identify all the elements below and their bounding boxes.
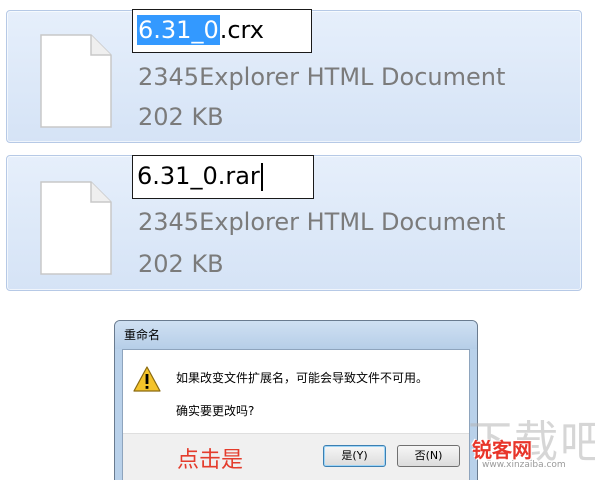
file-item-rar[interactable]: 6.31_0.rar 2345Explorer HTML Document 20…: [6, 155, 582, 291]
filename-selected-text: 6.31_0: [137, 15, 220, 45]
dialog-body: 如果改变文件扩展名，可能会导致文件不可用。 确实要更改吗? 点击是 是(Y) 否…: [122, 349, 470, 480]
file-type-label: 2345Explorer HTML Document: [138, 63, 506, 91]
no-button[interactable]: 否(N): [397, 445, 460, 467]
yes-button[interactable]: 是(Y): [323, 445, 386, 467]
filename-text: 6.31_0.rar: [137, 162, 260, 190]
dialog-footer: 点击是 是(Y) 否(N): [123, 433, 469, 480]
warning-icon: [133, 366, 161, 392]
text-caret: [260, 163, 263, 191]
rename-dialog: 重命名 如果改变文件扩展名，可能会导致文件不可用。 确实要更改吗? 点击是 是(…: [114, 320, 478, 480]
filename-edit-box[interactable]: 6.31_0.rar: [132, 155, 314, 199]
file-size-label: 202 KB: [138, 250, 224, 278]
file-size-label: 202 KB: [138, 103, 224, 131]
watermark-brand: 锐客网: [472, 438, 532, 462]
document-file-icon: [40, 34, 112, 128]
filename-extension-text: .crx: [219, 16, 264, 44]
watermark-url: www.xinzaiba.com: [482, 460, 566, 470]
click-yes-hint: 点击是: [177, 448, 244, 473]
dialog-message: 如果改变文件扩展名，可能会导致文件不可用。: [176, 371, 429, 385]
dialog-title: 重命名: [115, 321, 477, 349]
filename-edit-box[interactable]: 6.31_0.crx: [132, 9, 312, 53]
file-type-label: 2345Explorer HTML Document: [138, 208, 506, 236]
file-item-crx[interactable]: 6.31_0.crx 2345Explorer HTML Document 20…: [6, 9, 582, 143]
document-file-icon: [40, 181, 112, 275]
dialog-question: 确实要更改吗?: [176, 404, 255, 418]
